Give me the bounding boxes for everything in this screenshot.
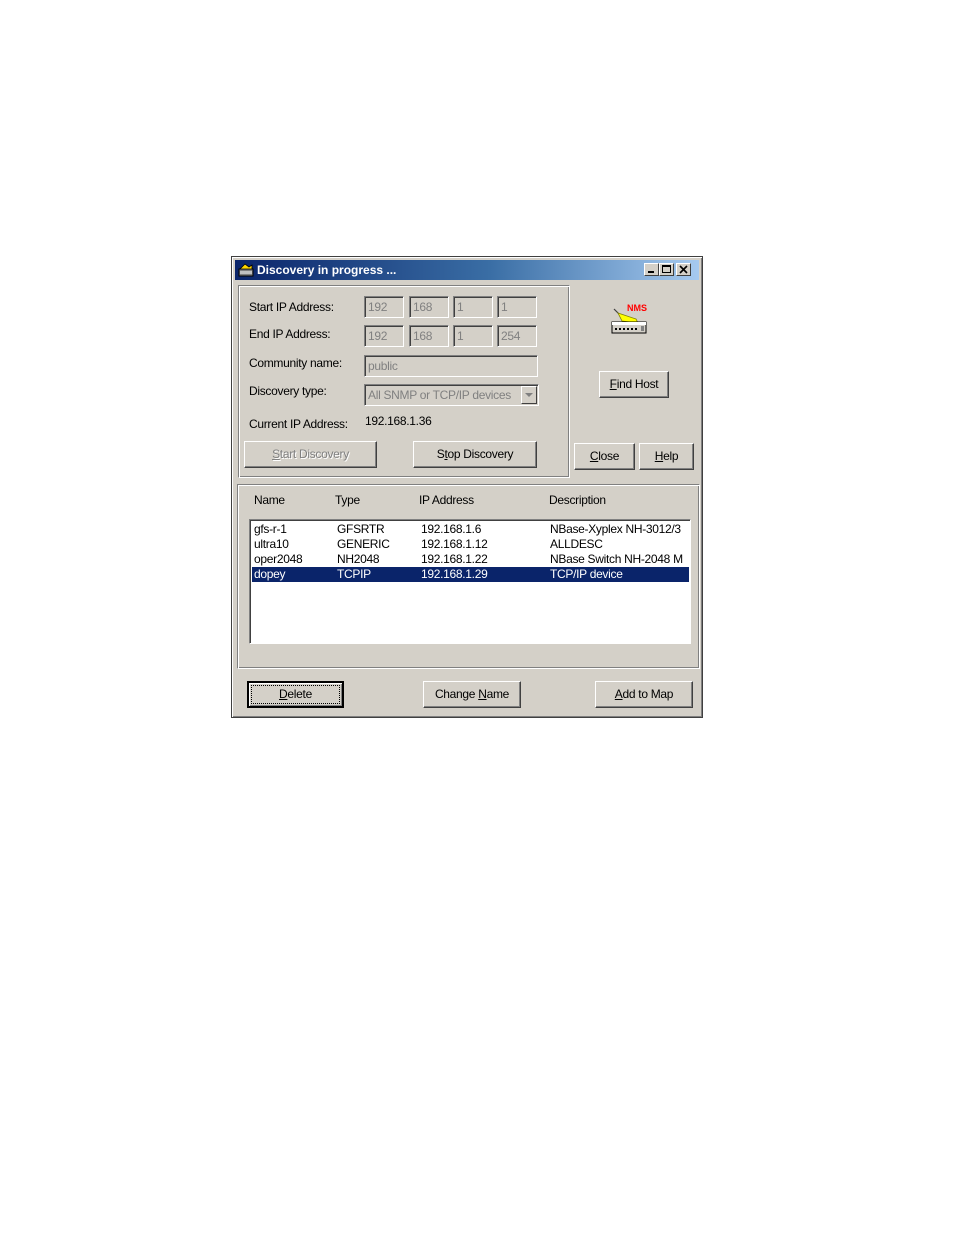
discovery-window: Discovery in progress ... Start IP Addre… [231, 256, 703, 718]
list-item[interactable]: ultra10 GENERIC 192.168.1.12 ALLDESC [252, 537, 689, 552]
list-item-selected[interactable]: dopey TCPIP 192.168.1.29 TCP/IP device [252, 567, 689, 582]
focus-rectangle [251, 685, 340, 704]
device-ip: 192.168.1.29 [421, 567, 488, 581]
column-header-ip-address[interactable]: IP Address [419, 493, 474, 507]
device-type: GENERIC [337, 537, 390, 551]
nms-logo: NMS [610, 301, 650, 337]
close-window-button[interactable] [676, 263, 691, 276]
device-ip: 192.168.1.12 [421, 537, 488, 551]
maximize-button[interactable] [659, 263, 674, 276]
device-description: NBase-Xyplex NH-3012/3 [550, 522, 681, 536]
list-item[interactable]: oper2048 NH2048 192.168.1.22 NBase Switc… [252, 552, 689, 567]
current-ip-label: Current IP Address: [249, 417, 348, 431]
column-header-type[interactable]: Type [335, 493, 360, 507]
device-name: dopey [254, 567, 286, 581]
end-ip-octet-2[interactable]: 168 [409, 325, 449, 347]
current-ip-value: 192.168.1.36 [365, 414, 432, 428]
device-name: ultra10 [254, 537, 289, 551]
device-ip: 192.168.1.22 [421, 552, 488, 566]
device-ip: 192.168.1.6 [421, 522, 482, 536]
column-header-name[interactable]: Name [254, 493, 285, 507]
device-name: oper2048 [254, 552, 303, 566]
end-ip-octet-1[interactable]: 192 [364, 325, 404, 347]
start-ip-octet-1[interactable]: 192 [364, 296, 404, 318]
app-icon [238, 263, 254, 277]
discovery-type-select[interactable]: All SNMP or TCP/IP devices [364, 384, 539, 406]
device-description: NBase Switch NH-2048 M [550, 552, 683, 566]
device-description: TCP/IP device [550, 567, 623, 581]
close-button[interactable]: Close [574, 443, 635, 470]
community-name-field[interactable]: public [364, 355, 538, 377]
device-type: NH2048 [337, 552, 380, 566]
stop-discovery-button[interactable]: Stop Discovery [413, 441, 537, 468]
start-ip-octet-3[interactable]: 1 [453, 296, 493, 318]
community-name-label: Community name: [249, 356, 342, 370]
end-ip-label: End IP Address: [249, 327, 331, 341]
start-discovery-button[interactable]: Start Discovery [244, 441, 377, 468]
device-name: gfs-r-1 [254, 522, 287, 536]
find-host-button[interactable]: Find Host [599, 371, 669, 398]
delete-button[interactable]: Delete [247, 681, 344, 708]
add-to-map-button[interactable]: Add to Map [595, 681, 693, 708]
start-ip-octet-4[interactable]: 1 [497, 296, 537, 318]
nms-logo-text: NMS [627, 303, 647, 313]
discovery-type-label: Discovery type: [249, 384, 327, 398]
start-ip-octet-2[interactable]: 168 [409, 296, 449, 318]
chevron-down-icon[interactable] [521, 386, 537, 404]
title-bar[interactable]: Discovery in progress ... [235, 260, 699, 280]
change-name-button[interactable]: Change Name [423, 681, 521, 708]
device-list[interactable]: gfs-r-1 GFSRTR 192.168.1.6 NBase-Xyplex … [249, 519, 691, 644]
discovery-type-value: All SNMP or TCP/IP devices [368, 388, 511, 402]
help-button[interactable]: Help [639, 443, 694, 470]
window-title: Discovery in progress ... [257, 263, 397, 277]
end-ip-octet-3[interactable]: 1 [453, 325, 493, 347]
device-type: GFSRTR [337, 522, 385, 536]
minimize-button[interactable] [644, 263, 659, 276]
close-icon [679, 265, 688, 274]
device-type: TCPIP [337, 567, 371, 581]
list-item[interactable]: gfs-r-1 GFSRTR 192.168.1.6 NBase-Xyplex … [252, 522, 689, 537]
device-description: ALLDESC [550, 537, 603, 551]
maximize-icon [662, 265, 671, 273]
end-ip-octet-4[interactable]: 254 [497, 325, 537, 347]
column-header-description[interactable]: Description [549, 493, 606, 507]
minimize-icon [648, 271, 654, 273]
start-ip-label: Start IP Address: [249, 300, 334, 314]
